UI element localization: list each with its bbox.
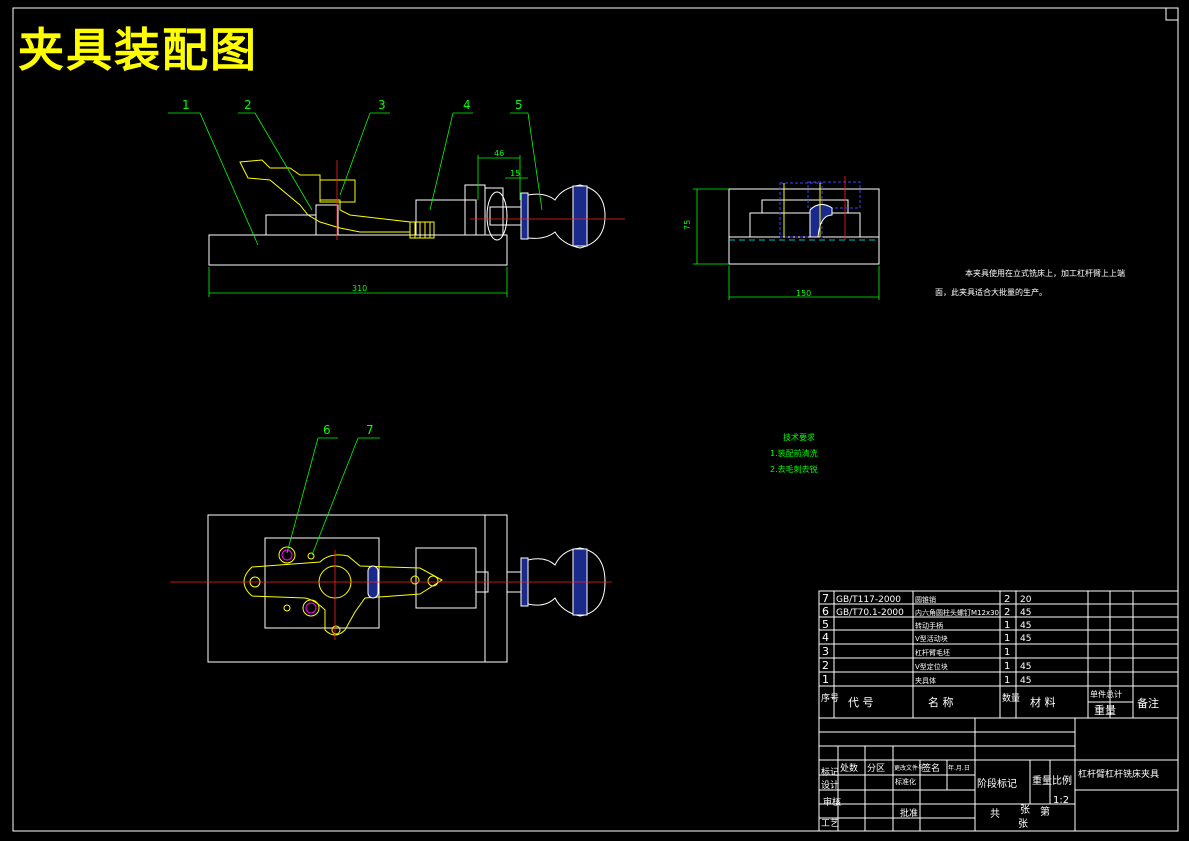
dim-46: 46 (494, 149, 504, 158)
assembly-drawing: 310 46 15 1 2 3 4 5 75 150 本夹具使用在立式铣床上，加… (12, 7, 1179, 832)
dim-150: 150 (796, 289, 811, 298)
tb-sign: 签名 (922, 762, 940, 774)
bom-h-material: 材 料 (1030, 695, 1056, 709)
balloon-3: 3 (378, 98, 386, 112)
bom-cell-name: 转动手柄 (915, 621, 943, 630)
bom-cell-seq: 4 (822, 631, 829, 644)
dim-15: 15 (510, 169, 520, 178)
top-view: 6 7 (170, 423, 612, 663)
bom-cell-code: GB/T117-2000 (836, 595, 901, 605)
bom-cell-qty: 1 (1004, 647, 1010, 658)
fixture-body (208, 234, 508, 266)
balloon-7: 7 (366, 423, 374, 437)
tb-check: 审核 (823, 796, 841, 808)
bom-cell-seq: 6 (822, 605, 829, 618)
bom-cell-name: 杠杆臂毛坯 (915, 648, 950, 657)
tb-design: 设计 (821, 779, 839, 791)
bom-h-unit: 单件总计 (1090, 689, 1122, 699)
requirement-1: 1.装配前清洗 (770, 448, 818, 458)
front-view: 310 46 15 1 2 3 4 5 (168, 98, 625, 297)
tb-sheets: 张 (1018, 818, 1028, 830)
balloon-4: 4 (463, 98, 471, 112)
tb-stage: 阶段标记 (977, 777, 1017, 790)
bom-cell-seq: 2 (822, 659, 829, 672)
balloon-6: 6 (323, 423, 331, 437)
tb-zone: 分区 (867, 763, 885, 774)
bom-h-name: 名 称 (928, 695, 954, 709)
balloon-1: 1 (182, 98, 190, 112)
dim-310: 310 (352, 284, 367, 293)
bom-cell-material: 45 (1020, 621, 1031, 631)
tb-standard: 标准化 (895, 777, 916, 786)
tb-weight: 重量 (1032, 774, 1052, 787)
tb-count: 处数 (840, 762, 858, 774)
side-view: 75 150 (683, 176, 880, 300)
tb-drawing-name: 杠杆臂杠杆铣床夹具 (1078, 768, 1159, 780)
dim-75: 75 (683, 220, 692, 230)
bom-cell-name: 圆锥销 (915, 595, 936, 604)
tb-page-sheets: 张 (1020, 804, 1030, 816)
bom-cell-material: 45 (1020, 676, 1031, 686)
bom-cell-material: 45 (1020, 634, 1031, 644)
bom-cell-seq: 3 (822, 645, 829, 658)
tb-scale: 1:2 (1053, 795, 1069, 806)
bom-cell-qty: 1 (1004, 633, 1010, 644)
tb-page: 第 (1040, 805, 1050, 818)
bom-cell-material: 45 (1020, 608, 1031, 618)
balloon-5: 5 (515, 98, 523, 112)
tb-mark: 标记 (821, 766, 839, 778)
bom-cell-material: 45 (1020, 662, 1031, 672)
requirements-heading: 技术要求 (783, 432, 815, 442)
bom-cell-seq: 7 (822, 592, 829, 605)
tb-date: 年.月.日 (948, 764, 970, 772)
bom-cell-name: 夹具体 (915, 676, 936, 685)
bom-cell-name: V型定位块 (915, 662, 948, 671)
note-line-1: 本夹具使用在立式铣床上，加工杠杆臂上上端 (965, 268, 1125, 278)
note-line-2: 面，此夹具适合大批量的生产。 (935, 287, 1047, 297)
drawing-frame (12, 7, 1179, 832)
bom-cell-qty: 1 (1004, 620, 1010, 631)
bom-cell-qty: 1 (1004, 675, 1010, 686)
bom-cell-seq: 1 (822, 673, 829, 686)
bom-cell-material: 20 (1020, 595, 1032, 605)
tb-approve: 批准 (900, 807, 918, 819)
bom-cell-qty: 1 (1004, 661, 1010, 672)
bom-cell-name: 内六角圆柱头螺钉M12x30 (915, 608, 999, 617)
bom-cell-qty: 2 (1004, 607, 1010, 618)
bom-cell-seq: 5 (822, 618, 829, 631)
bom-h-weight: 重量 (1094, 703, 1116, 717)
bom-h-seq: 序号 (821, 692, 839, 704)
bom-cell-code: GB/T70.1-2000 (836, 608, 904, 618)
requirement-2: 2.去毛刺去锐 (770, 464, 818, 474)
bom-h-remark: 备注 (1137, 696, 1159, 710)
bom-h-qty: 数量 (1002, 692, 1020, 704)
tb-process: 工艺 (821, 818, 839, 829)
tb-docno: 更改文件号 (894, 764, 924, 772)
tb-scale-label: 比例 (1052, 774, 1072, 787)
bom-cell-name: V型活动块 (915, 634, 948, 643)
tb-total: 共 (990, 808, 1000, 820)
bom-h-code: 代 号 (848, 696, 874, 709)
lever-arm-top (243, 554, 443, 636)
balloon-2: 2 (244, 98, 252, 112)
bom-cell-qty: 2 (1004, 594, 1010, 605)
bill-of-materials (818, 590, 1179, 832)
